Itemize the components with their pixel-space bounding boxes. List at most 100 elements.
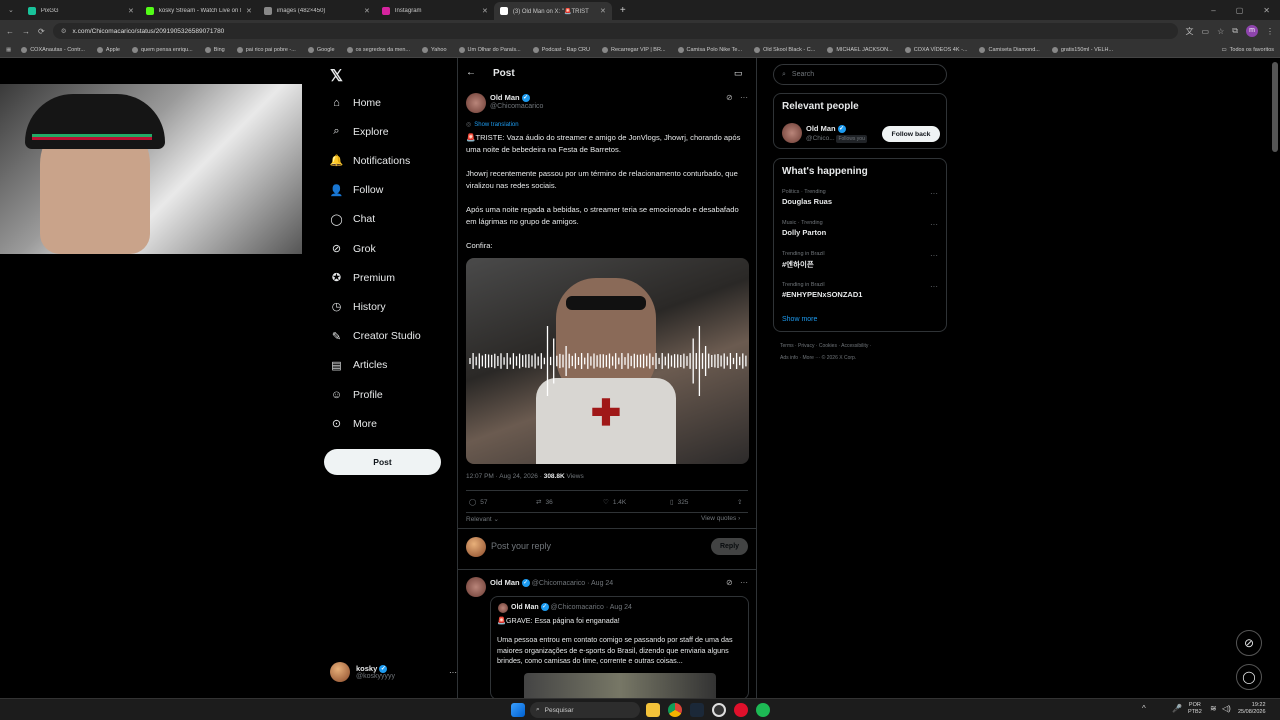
nav-item-profile[interactable]: ☺ Profile bbox=[330, 388, 383, 401]
tray-chevron-icon[interactable]: ^ bbox=[1142, 704, 1146, 713]
post-button[interactable]: Post bbox=[324, 449, 441, 475]
clock[interactable]: 19:22 25/08/2026 bbox=[1238, 702, 1266, 716]
footer-links-2[interactable]: Ads info · More ··· © 2026 X Corp. bbox=[780, 355, 856, 361]
quoted-post[interactable]: Old Man ✓ @Chicomacarico · Aug 24 🚨GRAVE… bbox=[490, 596, 749, 700]
back-arrow-icon[interactable]: ← bbox=[466, 67, 476, 78]
reload-icon[interactable]: ⟳ bbox=[38, 27, 45, 36]
nav-item-chat[interactable]: ◯ Chat bbox=[330, 213, 375, 226]
bookmark-item[interactable]: Old Skool Black - C... bbox=[754, 46, 815, 53]
nav-item-premium[interactable]: ✪ Premium bbox=[330, 271, 395, 285]
grok-icon[interactable]: ⊘ bbox=[726, 578, 733, 587]
bookmark-button[interactable]: ▯ 325 bbox=[670, 498, 688, 507]
chat-floating-button[interactable]: ◯ bbox=[1236, 664, 1262, 690]
site-info-icon[interactable]: ⚙ bbox=[61, 27, 67, 35]
trend-item[interactable]: Politics · Trending Douglas Ruas bbox=[782, 189, 832, 206]
menu-icon[interactable]: ⋮ bbox=[1266, 27, 1274, 36]
trend-options-icon[interactable]: ··· bbox=[930, 189, 938, 198]
person-name[interactable]: Old Man bbox=[806, 124, 836, 133]
nav-item-more[interactable]: ⊙ More bbox=[330, 417, 377, 431]
author-name[interactable]: Old Man bbox=[490, 93, 520, 102]
reply-button[interactable]: ◯ 57 bbox=[469, 498, 488, 507]
bookmark-item[interactable]: os segredos da men... bbox=[346, 46, 410, 53]
trend-options-icon[interactable]: ··· bbox=[930, 220, 938, 229]
bookmark-item[interactable]: COXAnautas - Contr... bbox=[21, 46, 85, 53]
footer-links[interactable]: Terms · Privacy · Cookies · Accessibilit… bbox=[780, 343, 871, 349]
bookmark-item[interactable]: Recarregar VIP | BR... bbox=[602, 46, 666, 53]
bookmark-item[interactable]: Bing bbox=[204, 46, 225, 53]
spotify-icon[interactable] bbox=[756, 703, 770, 717]
url-field[interactable]: ⚙ x.com/Chicomacarico/status/20919053265… bbox=[52, 23, 1178, 39]
close-tab-icon[interactable]: ✕ bbox=[246, 7, 252, 15]
bookmark-item[interactable]: Apple bbox=[96, 46, 120, 53]
reply-author-avatar[interactable] bbox=[466, 577, 486, 597]
taskbar-search[interactable]: ⌕ Pesquisar bbox=[530, 702, 640, 718]
maximize-icon[interactable]: ▢ bbox=[1226, 6, 1254, 15]
quote-image[interactable] bbox=[524, 673, 716, 699]
wifi-icon[interactable]: ≋ bbox=[1210, 704, 1217, 713]
new-tab-button[interactable]: + bbox=[620, 5, 626, 16]
bookmark-item[interactable]: quem pensa enriqu... bbox=[132, 46, 193, 53]
nav-item-explore[interactable]: ⌕ Explore bbox=[330, 125, 388, 138]
person-avatar[interactable] bbox=[782, 123, 802, 143]
browser-tab[interactable]: PixGG ✕ bbox=[22, 2, 140, 20]
bookmark-item[interactable]: Podcast - Rap CRU bbox=[532, 46, 590, 53]
back-icon[interactable]: ← bbox=[6, 27, 14, 36]
language-indicator[interactable]: POR PTB2 bbox=[1188, 702, 1202, 716]
post-options-icon[interactable]: ··· bbox=[740, 93, 748, 102]
bookmark-item[interactable]: Um Olhar do Paraís... bbox=[458, 46, 521, 53]
opera-icon[interactable] bbox=[734, 703, 748, 717]
apps-icon[interactable]: ▦ bbox=[6, 47, 11, 53]
nav-item-creator-studio[interactable]: ✎ Creator Studio bbox=[330, 330, 421, 343]
bookmark-item[interactable]: MICHAEL JACKSON... bbox=[827, 46, 893, 53]
nav-item-home[interactable]: ⌂ Home bbox=[330, 96, 381, 109]
sort-dropdown[interactable]: Relevant ⌄ bbox=[466, 515, 499, 523]
bookmark-item[interactable]: gratis150ml - VELH... bbox=[1051, 46, 1113, 53]
bookmark-item[interactable]: Yahoo bbox=[422, 46, 447, 53]
bookmark-item[interactable]: Camisa Polo Nike Te... bbox=[677, 46, 742, 53]
file-explorer-icon[interactable] bbox=[646, 703, 660, 717]
close-tab-icon[interactable]: ✕ bbox=[364, 7, 370, 15]
profile-avatar[interactable]: m bbox=[1246, 25, 1258, 37]
chrome-icon[interactable] bbox=[668, 703, 682, 717]
more-dots-icon[interactable]: ··· bbox=[449, 668, 457, 677]
obs-icon[interactable] bbox=[712, 703, 726, 717]
show-more-link[interactable]: Show more bbox=[782, 316, 817, 323]
nav-item-history[interactable]: ◷ History bbox=[330, 300, 386, 314]
close-tab-icon[interactable]: ✕ bbox=[482, 7, 488, 15]
bookmark-item[interactable]: COXA VÍDEOS 4K -... bbox=[904, 46, 967, 53]
bookmark-item[interactable]: pai rico pai pobre -... bbox=[236, 46, 296, 53]
grok-floating-button[interactable]: ⊘ bbox=[1236, 630, 1262, 656]
author-avatar[interactable] bbox=[466, 93, 486, 113]
share-button[interactable]: ⇪ bbox=[737, 498, 742, 506]
windows-start-icon[interactable] bbox=[511, 703, 525, 717]
bookmark-item[interactable]: Camiseta Diamond... bbox=[979, 46, 1040, 53]
trend-item[interactable]: Music · Trending Dolly Parton bbox=[782, 220, 826, 237]
browser-tab[interactable]: images (482×450) ✕ bbox=[258, 2, 376, 20]
close-window-icon[interactable]: ✕ bbox=[1253, 6, 1280, 15]
post-options-icon[interactable]: ··· bbox=[740, 578, 748, 587]
bookmark-item[interactable]: Google bbox=[307, 46, 335, 53]
nav-item-notifications[interactable]: 🔔 Notifications bbox=[330, 154, 411, 168]
trend-options-icon[interactable]: ··· bbox=[930, 282, 938, 291]
browser-tab[interactable]: Instagram ✕ bbox=[376, 2, 494, 20]
nav-item-articles[interactable]: ▤ Articles bbox=[330, 359, 387, 372]
browser-tab[interactable]: kosky Stream - Watch Live on K ✕ bbox=[140, 2, 258, 20]
scrollbar[interactable] bbox=[1272, 62, 1278, 152]
like-button[interactable]: ♡ 1.4K bbox=[603, 498, 626, 507]
nav-item-follow[interactable]: 👤 Follow bbox=[330, 184, 384, 197]
show-translation-link[interactable]: Show translation bbox=[474, 122, 518, 128]
reply-input[interactable]: Post your reply bbox=[491, 541, 551, 551]
extensions-icon[interactable]: ⧉ bbox=[1232, 26, 1238, 36]
steam-icon[interactable] bbox=[690, 703, 704, 717]
forward-icon[interactable]: → bbox=[22, 27, 30, 36]
trend-item[interactable]: Trending in Brazil #ENHYPENxSONZAD1 bbox=[782, 282, 862, 299]
volume-icon[interactable]: ◁) bbox=[1222, 704, 1231, 713]
reply-submit-button[interactable]: Reply bbox=[711, 538, 748, 555]
trend-item[interactable]: Trending in Brazil #엔하이픈 bbox=[782, 251, 825, 270]
author-handle[interactable]: @Chicomacarico bbox=[490, 103, 543, 110]
close-tab-icon[interactable]: ✕ bbox=[600, 7, 606, 15]
bookmark-star-icon[interactable]: ☆ bbox=[1217, 27, 1224, 36]
all-bookmarks-folder[interactable]: ▭ Todos os favoritos bbox=[1221, 47, 1274, 53]
tab-list-icon[interactable]: ⌄ bbox=[0, 6, 22, 14]
search-input[interactable]: ⌕ Search bbox=[773, 64, 947, 85]
